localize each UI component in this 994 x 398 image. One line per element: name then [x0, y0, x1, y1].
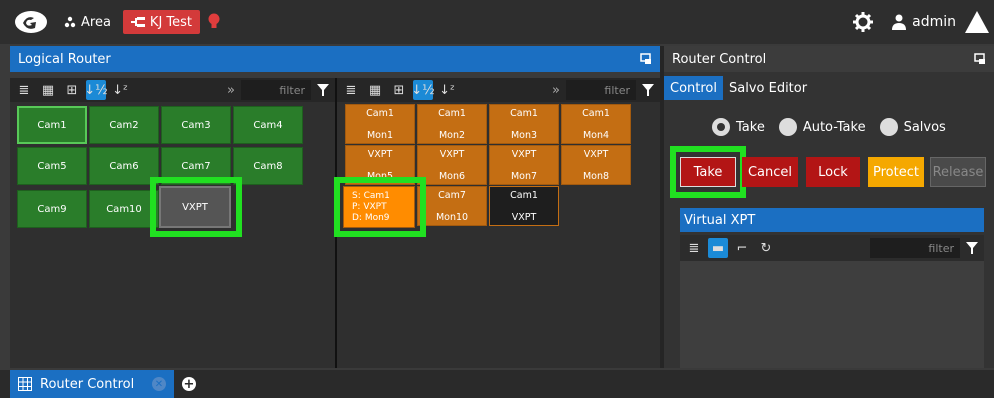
cancel-button[interactable]: Cancel: [742, 157, 798, 187]
virtual-xpt-toolbar: ≣ ▬ ⌐ ↻ filter: [680, 235, 984, 261]
destination-mon6[interactable]: VXPT Mon6: [417, 145, 487, 185]
user-menu[interactable]: admin: [892, 14, 956, 30]
radio-selected-icon: [712, 118, 730, 136]
virtual-xpt-header: Virtual XPT: [680, 208, 984, 232]
destination-mon1[interactable]: Cam1 Mon1: [345, 104, 415, 144]
bottom-tab-bar: Router Control ✕ +: [0, 370, 994, 398]
add-tab-icon[interactable]: +: [182, 377, 196, 392]
destinations-filter-input[interactable]: filter: [566, 80, 636, 100]
large-grid-icon[interactable]: ▦: [38, 80, 58, 100]
popout-icon[interactable]: [974, 53, 986, 65]
router-control-header: Router Control: [664, 46, 994, 72]
user-name: admin: [912, 14, 956, 30]
source-cam4[interactable]: Cam4: [233, 106, 303, 144]
warning-icon[interactable]: [964, 10, 990, 34]
release-button[interactable]: Release: [930, 157, 986, 187]
card-view-icon[interactable]: ▬: [708, 238, 728, 258]
area-label: Area: [81, 14, 111, 30]
virtual-xpt-list: [680, 261, 984, 368]
destination-mon10[interactable]: Cam7 Mon10: [417, 186, 487, 226]
gear-icon[interactable]: [852, 11, 874, 33]
sort-alpha-icon[interactable]: ↓ᶻ: [110, 80, 130, 100]
virtual-xpt-title: Virtual XPT: [684, 212, 756, 228]
destination-mon2[interactable]: Cam1 Mon2: [417, 104, 487, 144]
lock-button[interactable]: Lock: [806, 157, 860, 187]
top-right-controls: admin: [852, 0, 994, 44]
destination-vxpt[interactable]: Cam1 VXPT: [489, 186, 559, 226]
source-cam10[interactable]: Cam10: [89, 190, 159, 228]
sort-alpha-icon[interactable]: ↓ᶻ: [437, 80, 457, 100]
source-cam2[interactable]: Cam2: [89, 106, 159, 144]
radio-unselected-icon: [879, 118, 898, 136]
large-grid-icon[interactable]: ▦: [365, 80, 385, 100]
source-cam5[interactable]: Cam5: [17, 147, 87, 185]
area-icon: [64, 16, 76, 28]
tab-router-control[interactable]: Router Control ✕: [10, 370, 174, 398]
area-selector[interactable]: Area: [64, 15, 111, 30]
list-view-icon[interactable]: ≣: [14, 80, 34, 100]
filter-icon[interactable]: [317, 84, 329, 96]
tab-label: Router Control: [40, 376, 135, 392]
radio-auto-take[interactable]: Auto-Take: [778, 118, 866, 136]
kj-test-tab[interactable]: KJ Test: [122, 10, 201, 34]
user-icon: [892, 14, 907, 30]
highlight-box: [150, 177, 242, 237]
filter-icon[interactable]: [642, 84, 654, 96]
router-control-tabs: Control Salvo Editor: [664, 76, 813, 100]
sort-ascending-icon[interactable]: ↓½: [411, 80, 435, 100]
tab-control[interactable]: Control: [664, 76, 723, 100]
destination-mon7[interactable]: VXPT Mon7: [489, 145, 559, 185]
source-cam3[interactable]: Cam3: [161, 106, 231, 144]
radio-take[interactable]: Take: [712, 118, 765, 136]
list-view-icon[interactable]: ≣: [684, 238, 704, 258]
popout-icon[interactable]: [640, 53, 652, 65]
source-cam1[interactable]: Cam1: [17, 106, 87, 144]
protect-button[interactable]: Protect: [868, 157, 924, 187]
highlight-box: [670, 146, 746, 198]
chevron-right-icon[interactable]: »: [227, 83, 235, 98]
filter-icon[interactable]: [966, 242, 978, 254]
source-cam8[interactable]: Cam8: [233, 147, 303, 185]
sort-ascending-icon[interactable]: ↓½: [84, 80, 108, 100]
destination-mon4[interactable]: Cam1 Mon4: [561, 104, 631, 144]
close-icon[interactable]: ✕: [152, 377, 166, 391]
small-grid-icon[interactable]: ⊞: [62, 80, 82, 100]
logical-router-title: Logical Router: [18, 51, 111, 67]
highlight-box: [334, 177, 426, 237]
refresh-icon[interactable]: ↻: [756, 238, 776, 258]
grid-table-icon: [18, 377, 32, 391]
source-cam9[interactable]: Cam9: [17, 190, 87, 228]
virtual-xpt-filter-input[interactable]: filter: [870, 238, 960, 258]
router-control-title: Router Control: [672, 51, 767, 67]
kj-test-label: KJ Test: [149, 14, 193, 30]
tab-salvo-editor[interactable]: Salvo Editor: [723, 76, 813, 100]
sources-filter-input[interactable]: filter: [241, 80, 311, 100]
source-cam6[interactable]: Cam6: [89, 147, 159, 185]
alarm-bulb-icon[interactable]: [208, 13, 220, 31]
list-view-icon[interactable]: ≣: [341, 80, 361, 100]
grass-valley-logo[interactable]: [14, 9, 48, 35]
destination-mon3[interactable]: Cam1 Mon3: [489, 104, 559, 144]
radio-salvos[interactable]: Salvos: [879, 118, 946, 136]
top-bar: Area KJ Test admin: [0, 0, 994, 44]
destinations-toolbar: ≣ ▦ ⊞ ↓½ ↓ᶻ » filter: [337, 78, 660, 102]
destination-mon8[interactable]: VXPT Mon8: [561, 145, 631, 185]
sources-toolbar: ≣ ▦ ⊞ ↓½ ↓ᶻ » filter: [10, 78, 335, 102]
routing-icon: [130, 17, 145, 27]
small-grid-icon[interactable]: ⊞: [389, 80, 409, 100]
logical-router-header: Logical Router: [10, 46, 660, 72]
take-mode-group: Take Auto-Take Salvos: [712, 118, 960, 136]
link-icon[interactable]: ⌐: [732, 238, 752, 258]
radio-unselected-icon: [778, 118, 797, 136]
chevron-right-icon[interactable]: »: [552, 83, 560, 98]
